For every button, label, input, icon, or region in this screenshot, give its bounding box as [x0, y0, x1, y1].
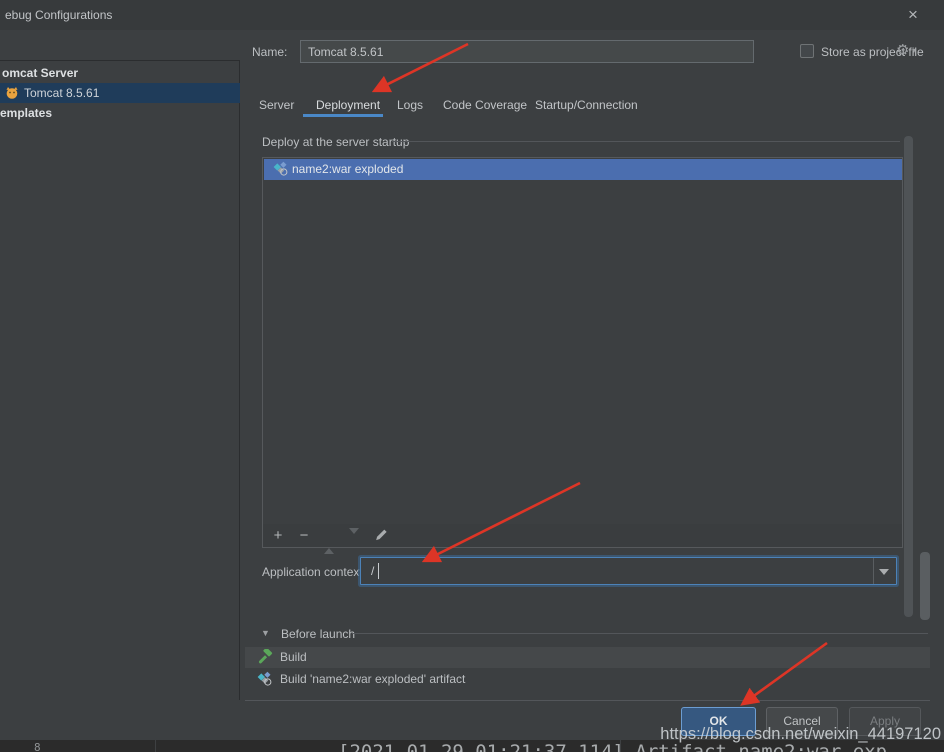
combobox-dropdown-button[interactable]	[873, 558, 896, 584]
before-launch-rule	[352, 633, 928, 634]
gear-dropdown-caret-icon: ▾	[912, 46, 916, 55]
artifact-list-item[interactable]: name2:war exploded	[264, 159, 902, 180]
chevron-down-icon	[879, 569, 889, 575]
tree-group-label: omcat Server	[2, 66, 78, 80]
move-up-icon	[324, 534, 334, 548]
footer-separator	[245, 700, 930, 701]
configurations-toolbar: az	[0, 30, 240, 60]
application-context-value: /	[371, 564, 374, 578]
name-input[interactable]	[300, 40, 754, 63]
content-scrollbar[interactable]	[904, 136, 913, 617]
tree-group-templates[interactable]: emplates	[0, 103, 240, 123]
remove-icon[interactable]: −	[296, 527, 312, 544]
edit-pencil-icon[interactable]	[374, 527, 389, 545]
before-launch-item-label: Build 'name2:war exploded' artifact	[280, 672, 465, 686]
before-launch-item-build-artifact[interactable]: Build 'name2:war exploded' artifact	[245, 669, 930, 690]
active-tab-underline	[303, 114, 383, 117]
tab-deployment[interactable]: Deployment	[316, 98, 380, 112]
dialog-title: ebug Configurations	[5, 8, 112, 22]
tab-logs[interactable]: Logs	[397, 98, 423, 112]
add-icon[interactable]: +	[270, 527, 286, 544]
tree-item-tomcat-8561[interactable]: Tomcat 8.5.61	[0, 83, 240, 103]
application-context-combobox[interactable]: /	[360, 557, 897, 585]
tree-group-tomcat-server[interactable]: omcat Server	[0, 63, 240, 83]
dialog-title-bar: ebug Configurations ×	[0, 0, 944, 30]
name-label: Name:	[252, 45, 287, 59]
deploy-section-rule	[392, 141, 900, 142]
tab-server[interactable]: Server	[259, 98, 294, 112]
artifact-icon	[257, 671, 273, 694]
collapse-triangle-icon[interactable]: ▼	[261, 628, 270, 638]
tree-item-label: Tomcat 8.5.61	[24, 86, 99, 100]
move-down-icon	[349, 534, 359, 548]
dialog-scrollbar[interactable]	[920, 552, 930, 620]
watermark-text: https://blog.csdn.net/weixin_44197120	[0, 725, 941, 744]
gear-icon[interactable]: ⚙	[896, 41, 909, 59]
deploy-artifacts-list[interactable]: name2:war exploded	[262, 157, 903, 525]
deploy-section-title: Deploy at the server startup	[262, 135, 409, 149]
tab-code-coverage[interactable]: Code Coverage	[443, 98, 527, 112]
before-launch-item-label: Build	[280, 650, 307, 664]
store-as-project-file-checkbox[interactable]	[800, 44, 814, 58]
before-launch-title: Before launch	[281, 627, 355, 641]
before-launch-item-build[interactable]: Build	[245, 647, 930, 668]
tab-startup-connection[interactable]: Startup/Connection	[535, 98, 638, 112]
close-icon[interactable]: ×	[902, 5, 924, 25]
configurations-tree: omcat Server Tomcat 8.5.61 emplates	[0, 60, 240, 700]
tree-group-label: emplates	[0, 106, 52, 120]
artifact-name: name2:war exploded	[292, 162, 403, 176]
text-caret	[378, 563, 379, 579]
artifact-icon	[273, 161, 289, 184]
application-context-label: Application context:	[262, 565, 366, 579]
